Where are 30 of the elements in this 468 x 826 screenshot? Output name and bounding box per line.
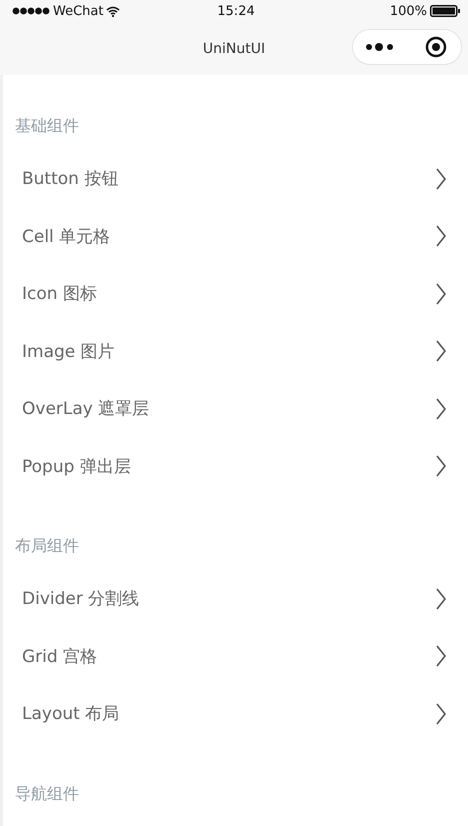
list-item[interactable]: Grid 宫格 (3, 628, 468, 685)
clock-time: 15:24 (217, 4, 255, 18)
list-item[interactable]: Cell 单元格 (3, 208, 468, 265)
battery-percent: 100% (390, 4, 427, 18)
list-item[interactable]: Divider 分割线 (3, 570, 468, 628)
more-icon[interactable] (365, 42, 395, 52)
section-title: 导航组件 (14, 782, 80, 804)
chevron-right-icon (436, 168, 446, 190)
close-icon[interactable] (425, 36, 447, 58)
list-item[interactable]: Image 图片 (3, 322, 468, 380)
list-item[interactable]: Popup 弹出层 (3, 438, 468, 495)
list-item[interactable]: Icon 图标 (3, 265, 468, 322)
chevron-right-icon (436, 588, 446, 610)
chevron-right-icon (436, 225, 446, 248)
chevron-right-icon (436, 398, 446, 420)
battery-icon (430, 5, 460, 17)
list-item[interactable]: Layout 布局 (3, 685, 468, 742)
carrier-name: WeChat (53, 4, 104, 18)
page-title: UniNutUI (202, 40, 266, 56)
chevron-right-icon (436, 645, 446, 668)
section-title: 布局组件 (14, 535, 80, 557)
wifi-icon (106, 6, 120, 16)
chevron-right-icon (436, 282, 446, 305)
list-item[interactable]: Button 按钮 (3, 150, 468, 208)
chevron-right-icon (436, 455, 446, 478)
section-title: 基础组件 (14, 115, 80, 137)
signal-icon (12, 7, 50, 15)
chevron-right-icon (436, 702, 446, 725)
list-item[interactable]: OverLay 遮罩层 (3, 380, 468, 438)
chevron-right-icon (436, 340, 446, 362)
